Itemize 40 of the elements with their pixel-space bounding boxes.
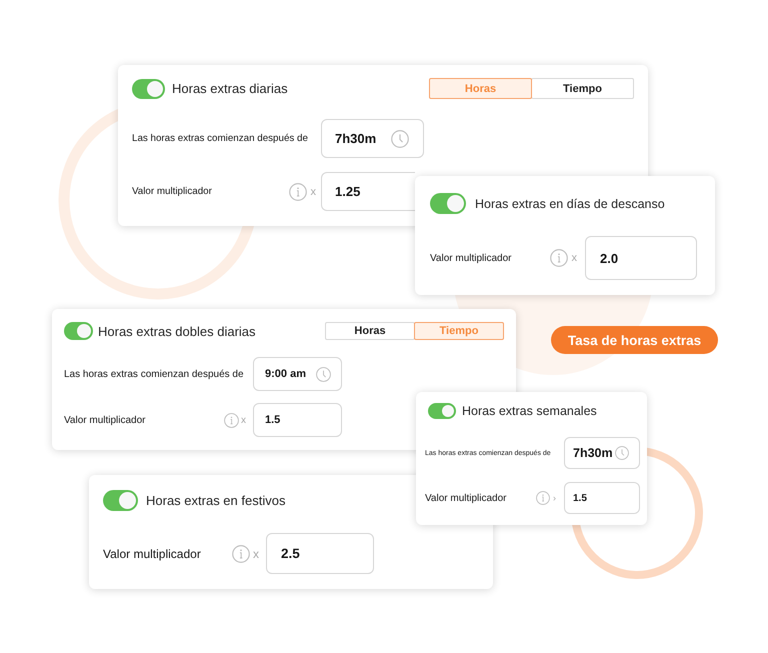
multiplier-field[interactable]: 2.0 xyxy=(585,236,697,280)
card-title: Horas extras diarias xyxy=(172,81,288,96)
info-icon[interactable] xyxy=(536,491,550,505)
field-label: Las horas extras comienzan después de xyxy=(132,133,309,144)
clock-icon[interactable] xyxy=(316,366,331,382)
field-label: Valor multiplicador xyxy=(103,546,202,560)
clock-icon[interactable] xyxy=(391,130,409,148)
toggle-switch[interactable] xyxy=(430,193,466,214)
field-label: Las horas extras comienzan después de xyxy=(64,368,245,380)
info-icon[interactable] xyxy=(288,182,306,200)
times-sign: x xyxy=(241,414,246,426)
times-sign: x xyxy=(310,186,316,198)
card-title: Horas extras dobles diarias xyxy=(98,324,256,338)
info-icon[interactable] xyxy=(224,412,239,428)
multiplier-field[interactable]: 2.5 xyxy=(266,533,374,574)
card-title: Horas extras en festivos xyxy=(146,493,286,508)
time-field[interactable]: 7h30m xyxy=(564,437,640,469)
card-title: Horas extras en días de descanso xyxy=(475,196,665,210)
multiplier-field[interactable]: 1.5 xyxy=(253,403,342,437)
time-field[interactable]: 9:00 am xyxy=(253,357,342,391)
toggle-switch[interactable] xyxy=(132,78,165,98)
info-icon[interactable] xyxy=(232,544,250,562)
card-title: Horas extras semanales xyxy=(462,404,597,418)
times-sign: › xyxy=(553,493,556,503)
toggle-switch[interactable] xyxy=(64,322,93,340)
multiplier-field[interactable]: 1.25 xyxy=(321,172,415,211)
times-sign: x xyxy=(572,252,577,264)
multiplier-field[interactable]: 1.5 xyxy=(564,482,640,514)
toggle-switch[interactable] xyxy=(428,403,456,419)
toggle-switch[interactable] xyxy=(103,490,138,511)
clock-icon[interactable] xyxy=(615,446,629,460)
field-label: Valor multiplicador xyxy=(425,492,508,504)
field-label: Valor multiplicador xyxy=(64,414,147,426)
times-sign: x xyxy=(253,546,259,560)
field-label: Valor multiplicador xyxy=(132,186,213,197)
field-label: Valor multiplicador xyxy=(430,252,513,264)
info-icon[interactable] xyxy=(550,249,568,267)
mode-tab[interactable]: Horas xyxy=(325,322,415,340)
mode-tab[interactable]: Tiempo xyxy=(531,78,634,99)
time-field[interactable]: 7h30m xyxy=(321,119,424,158)
